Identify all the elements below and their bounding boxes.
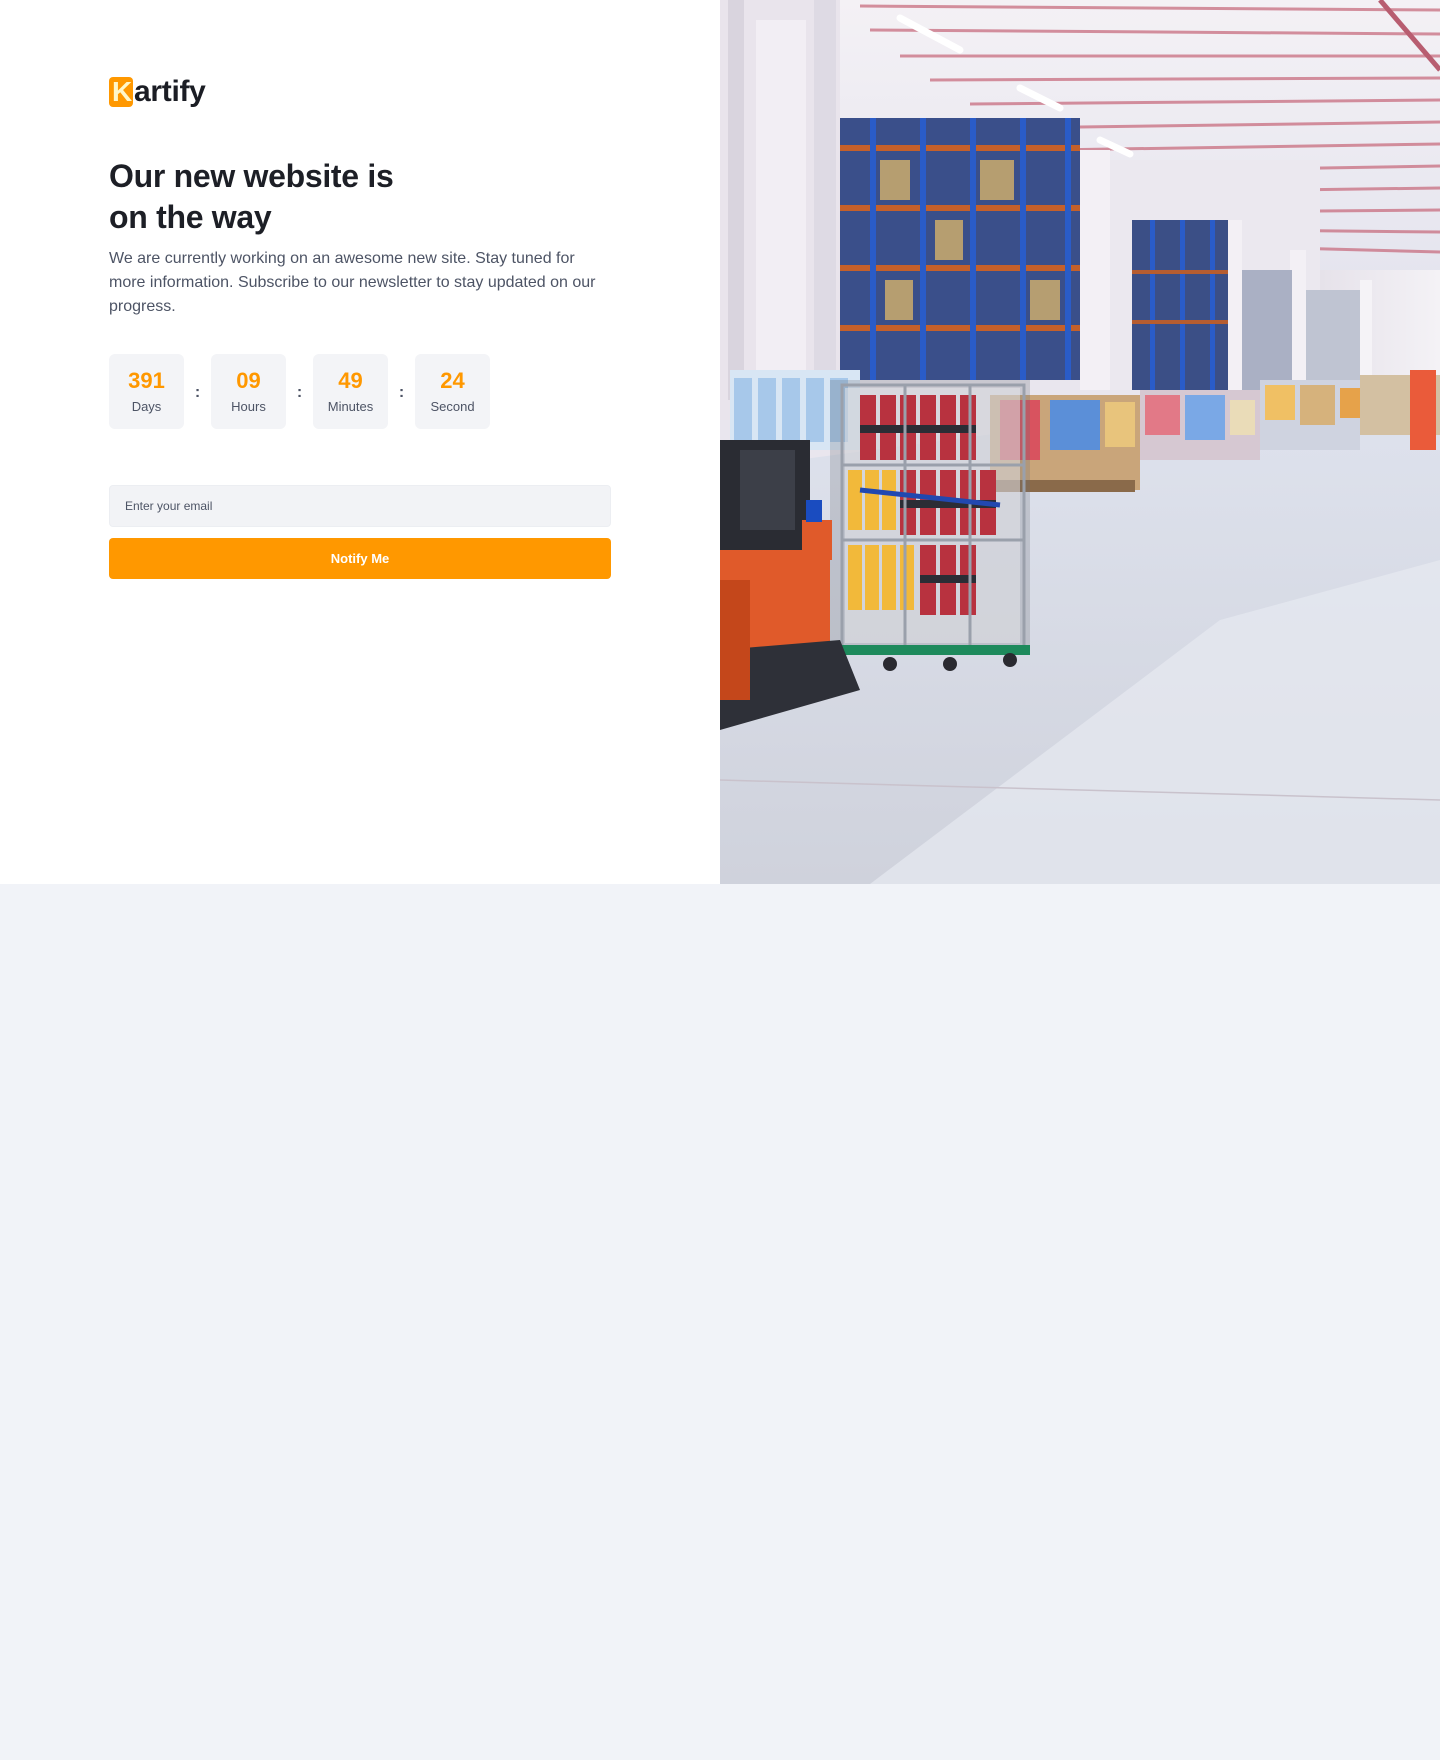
seconds-label: Second [430,398,475,414]
title-line-2: on the way [109,199,272,235]
warehouse-photo [720,0,1440,884]
email-field[interactable] [109,485,611,527]
days-label: Days [131,398,162,414]
warehouse-illustration [720,0,1440,884]
days-value: 391 [128,367,165,393]
notify-me-button[interactable]: Notify Me [109,538,611,579]
countdown-hours: 09 Hours [211,354,286,429]
content-panel: K artify Our new website is on the way W… [0,0,720,884]
page-description: We are currently working on an awesome n… [109,250,596,315]
minutes-value: 49 [338,367,363,393]
page-title: Our new website is on the way [109,156,529,238]
logo-wordmark: artify [134,75,206,108]
countdown-seconds: 24 Second [415,354,490,429]
countdown-separator: : [296,383,303,401]
countdown-separator: : [398,383,405,401]
countdown-timer: 391 Days : 09 Hours : 49 Minutes : 24 Se… [109,354,490,429]
title-line-1: Our new website is [109,158,394,194]
hours-label: Hours [231,398,266,414]
seconds-value: 24 [440,367,465,393]
brand-logo[interactable]: K artify [109,75,206,109]
minutes-label: Minutes [327,398,374,414]
countdown-minutes: 49 Minutes [313,354,388,429]
logo-mark-icon: K [109,77,133,107]
hours-value: 09 [236,367,261,393]
countdown-separator: : [194,383,201,401]
countdown-days: 391 Days [109,354,184,429]
